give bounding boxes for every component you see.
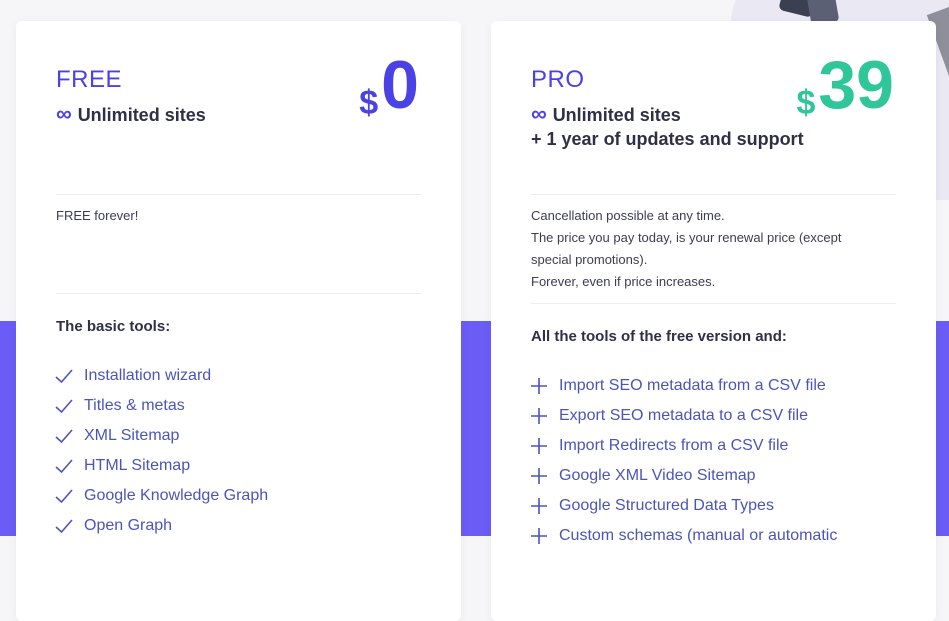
plus-icon (531, 438, 547, 454)
note-line: FREE forever! (56, 208, 139, 223)
feature-label: Google XML Video Sitemap (559, 467, 756, 484)
feature-list: Import SEO metadata from a CSV file Expo… (529, 371, 837, 551)
plus-icon (531, 498, 547, 514)
check-icon (55, 489, 73, 504)
check-icon (55, 459, 73, 474)
sites-label: Unlimited sites (552, 105, 681, 125)
plan-note: FREE forever! (56, 205, 428, 227)
updates-support-line: + 1 year of updates and support (531, 129, 804, 149)
feature-item: XML Sitemap (54, 421, 268, 451)
feature-label: Installation wizard (84, 367, 212, 384)
plus-icon (531, 528, 547, 544)
check-icon (55, 429, 73, 444)
note-line: special promotions). (531, 252, 648, 267)
feature-item: HTML Sitemap (54, 451, 268, 481)
check-icon (55, 399, 73, 414)
plan-name: PRO (531, 66, 585, 93)
features-title: The basic tools: (56, 318, 171, 335)
feature-item: Import SEO metadata from a CSV file (529, 371, 837, 401)
price-amount: 0 (381, 47, 419, 123)
feature-label: Open Graph (84, 517, 173, 534)
feature-label: Import Redirects from a CSV file (559, 437, 789, 454)
plan-price: $0 (359, 51, 419, 120)
feature-item: Import Redirects from a CSV file (529, 431, 837, 461)
plan-note: Cancellation possible at any time. The p… (531, 205, 903, 293)
feature-label: Google Knowledge Graph (84, 487, 269, 504)
check-icon (55, 369, 73, 384)
sites-label: Unlimited sites (77, 105, 206, 125)
plus-icon (531, 468, 547, 484)
sites-line: ∞ Unlimited sites (531, 101, 681, 127)
infinity-icon: ∞ (56, 101, 72, 126)
feature-item: Installation wizard (54, 361, 268, 391)
feature-item: Google Structured Data Types (529, 491, 837, 521)
divider (56, 293, 421, 294)
divider (531, 194, 896, 195)
divider (531, 303, 896, 304)
feature-label: Export SEO metadata to a CSV file (559, 407, 809, 424)
free-plan-card: FREE ∞ Unlimited sites $0 FREE forever! T… (16, 21, 461, 621)
currency-symbol: $ (359, 84, 379, 122)
features-title: All the tools of the free version and: (531, 328, 787, 345)
sites-line: ∞ Unlimited sites (56, 101, 206, 127)
pro-plan-card: PRO ∞ Unlimited sites + 1 year of updates… (491, 21, 936, 621)
note-line: Cancellation possible at any time. (531, 208, 725, 223)
feature-item: Open Graph (54, 511, 268, 541)
note-line: Forever, even if price increases. (531, 274, 716, 289)
divider (56, 194, 421, 195)
feature-label: Custom schemas (manual or automatic (559, 527, 838, 544)
plus-icon (531, 378, 547, 394)
feature-label: Google Structured Data Types (559, 497, 774, 514)
feature-label: Titles & metas (84, 397, 185, 414)
price-amount: 39 (818, 47, 894, 123)
infinity-icon: ∞ (531, 101, 547, 126)
currency-symbol: $ (796, 84, 816, 122)
plan-price: $39 (796, 51, 894, 120)
feature-item: Export SEO metadata to a CSV file (529, 401, 837, 431)
plus-icon (531, 408, 547, 424)
feature-label: XML Sitemap (84, 427, 180, 444)
feature-item: Titles & metas (54, 391, 268, 421)
feature-item: Custom schemas (manual or automatic (529, 521, 837, 551)
check-icon (55, 519, 73, 534)
feature-label: HTML Sitemap (84, 457, 191, 474)
note-line: The price you pay today, is your renewal… (531, 230, 842, 245)
plan-name: FREE (56, 66, 123, 93)
feature-label: Import SEO metadata from a CSV file (559, 377, 826, 394)
feature-list: Installation wizard Titles & metas XML S… (54, 361, 268, 541)
feature-item: Google XML Video Sitemap (529, 461, 837, 491)
feature-item: Google Knowledge Graph (54, 481, 268, 511)
